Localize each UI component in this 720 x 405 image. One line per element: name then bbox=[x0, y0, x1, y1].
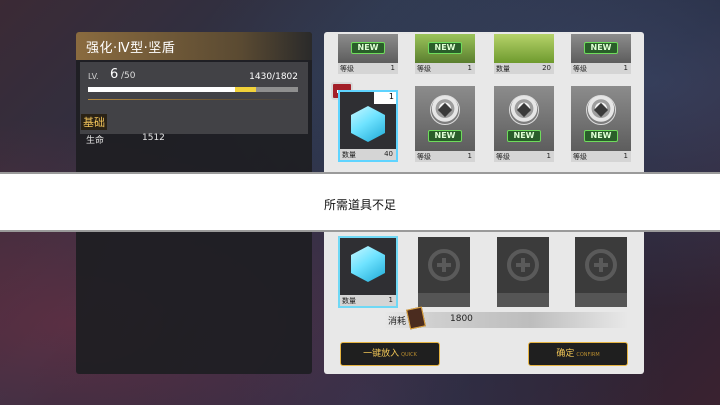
feed-slot-filled[interactable]: 数量 1 bbox=[338, 236, 398, 308]
level-label: LV. bbox=[88, 72, 99, 81]
item-title: 强化·Ⅳ型·坚盾 bbox=[86, 41, 176, 56]
quick-fill-button[interactable]: 一键放入 QUICK bbox=[340, 342, 440, 366]
quick-fill-label: 一键放入 bbox=[363, 349, 400, 359]
item-label: 数量 bbox=[342, 297, 356, 305]
material-item[interactable]: NEW 等级 1 bbox=[415, 34, 475, 74]
exp-bar bbox=[88, 87, 298, 92]
section-title: 基础 bbox=[81, 114, 107, 130]
item-footer: 数量 1 bbox=[340, 295, 396, 306]
feed-slot-empty[interactable] bbox=[418, 237, 470, 307]
toast-text: 所需道具不足 bbox=[323, 198, 396, 212]
item-footer: 等级 1 bbox=[415, 151, 475, 162]
material-item-selected[interactable]: 1 数量 40 bbox=[338, 90, 398, 162]
slot-bar bbox=[418, 293, 470, 307]
item-value: 1 bbox=[546, 152, 551, 160]
item-footer: 数量 20 bbox=[494, 63, 554, 74]
cube-icon bbox=[351, 106, 385, 142]
level-value: 6 bbox=[110, 67, 119, 82]
cost-label: 消耗 bbox=[388, 317, 407, 327]
item-value: 1 bbox=[388, 296, 393, 304]
slot-bar bbox=[497, 293, 549, 307]
quick-fill-sublabel: QUICK bbox=[401, 352, 417, 358]
item-value: 1 bbox=[467, 64, 472, 72]
item-label: 等级 bbox=[496, 153, 510, 161]
item-footer: 数量 40 bbox=[340, 149, 396, 160]
item-footer: 等级 1 bbox=[571, 151, 631, 162]
item-value: 1 bbox=[623, 64, 628, 72]
item-label: 等级 bbox=[340, 65, 354, 73]
selected-count-badge: 1 bbox=[374, 92, 396, 104]
confirm-label: 确定 bbox=[556, 349, 575, 359]
new-badge: NEW bbox=[584, 42, 618, 54]
item-footer: 等级 1 bbox=[415, 63, 475, 74]
exp-bar-fill bbox=[88, 87, 235, 92]
new-badge: NEW bbox=[428, 130, 462, 142]
item-footer: 等级 1 bbox=[338, 63, 398, 74]
material-item[interactable]: NEW 等级 1 bbox=[415, 86, 475, 162]
new-badge: NEW bbox=[428, 42, 462, 54]
new-badge: NEW bbox=[507, 130, 541, 142]
item-label: 等级 bbox=[573, 65, 587, 73]
item-label: 等级 bbox=[417, 65, 431, 73]
item-value: 1 bbox=[467, 152, 472, 160]
item-value: 1 bbox=[623, 152, 628, 160]
exp-text: 1430/1802 bbox=[249, 72, 298, 82]
new-badge: NEW bbox=[351, 42, 385, 54]
hp-value: 1512 bbox=[142, 133, 165, 143]
plus-icon bbox=[442, 258, 446, 272]
material-item[interactable]: 数量 20 bbox=[494, 34, 554, 74]
item-label: 数量 bbox=[342, 151, 356, 159]
feed-slot-empty[interactable] bbox=[575, 237, 627, 307]
item-footer: 等级 1 bbox=[571, 63, 631, 74]
item-label: 等级 bbox=[573, 153, 587, 161]
item-value: 1 bbox=[390, 64, 395, 72]
material-item[interactable]: NEW 等级 1 bbox=[338, 34, 398, 74]
panel-header: 强化·Ⅳ型·坚盾 bbox=[76, 32, 312, 60]
material-item[interactable]: NEW 等级 1 bbox=[571, 86, 631, 162]
new-badge: NEW bbox=[584, 130, 618, 142]
exp-bar-gain bbox=[235, 87, 256, 92]
cost-value: 1800 bbox=[450, 314, 473, 324]
item-footer: 等级 1 bbox=[494, 151, 554, 162]
item-label: 等级 bbox=[417, 153, 431, 161]
plus-icon bbox=[599, 258, 603, 272]
item-label: 数量 bbox=[496, 65, 510, 73]
material-item[interactable]: NEW 等级 1 bbox=[494, 86, 554, 162]
divider bbox=[88, 99, 300, 100]
item-value: 20 bbox=[542, 64, 551, 72]
confirm-sublabel: CONFIRM bbox=[576, 352, 600, 358]
plus-icon bbox=[521, 258, 525, 272]
item-value: 40 bbox=[384, 150, 393, 158]
material-item[interactable]: NEW 等级 1 bbox=[571, 34, 631, 74]
hp-label: 生命 bbox=[86, 136, 105, 146]
slot-bar bbox=[575, 293, 627, 307]
toast-message: 所需道具不足 bbox=[0, 172, 720, 232]
feed-slot-empty[interactable] bbox=[497, 237, 549, 307]
level-max: /50 bbox=[121, 71, 136, 81]
cube-icon bbox=[351, 246, 385, 282]
item-art bbox=[494, 34, 554, 63]
confirm-button[interactable]: 确定 CONFIRM bbox=[528, 342, 628, 366]
